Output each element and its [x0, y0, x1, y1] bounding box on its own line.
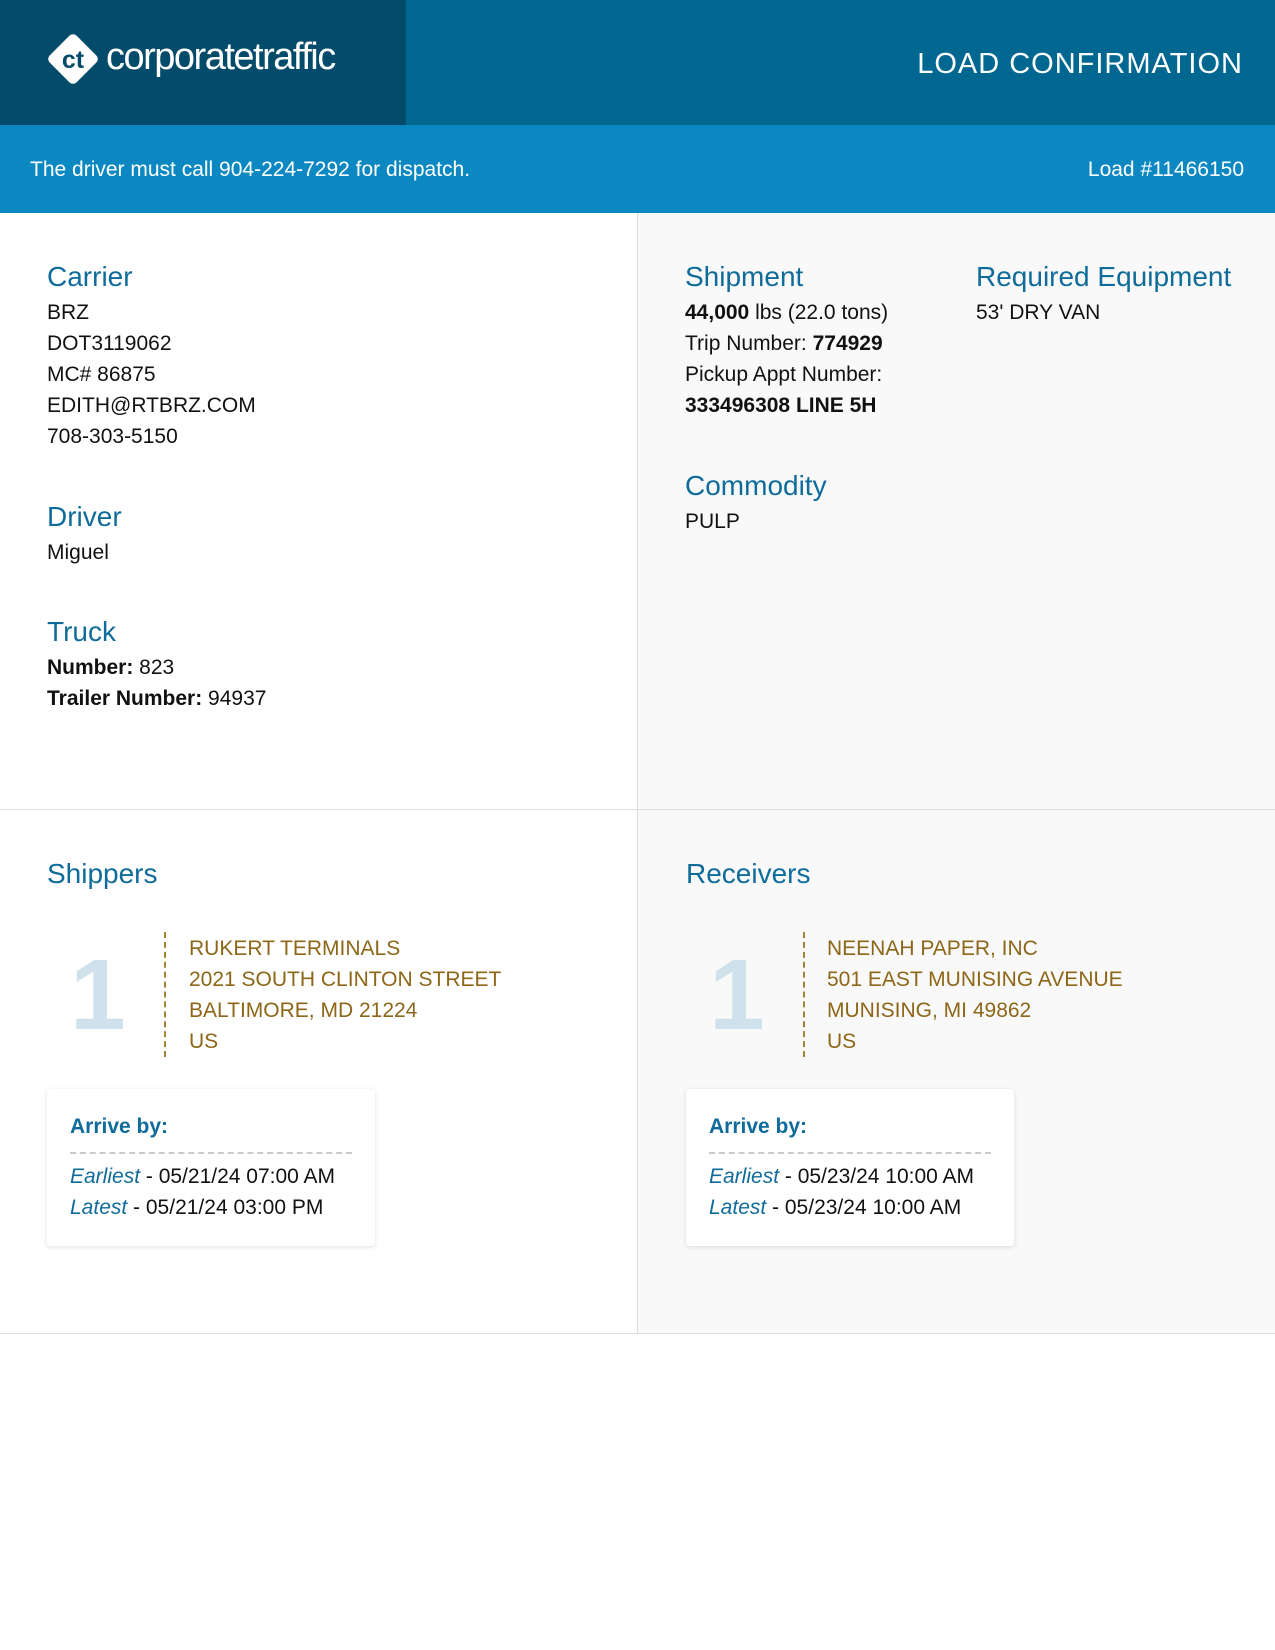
shipper-divider	[164, 932, 166, 1057]
dispatch-bar: The driver must call 904-224-7292 for di…	[0, 125, 1275, 213]
dispatch-message: The driver must call 904-224-7292 for di…	[30, 158, 471, 181]
carrier-dot: DOT3119062	[47, 332, 172, 355]
commodity-heading: Commodity	[685, 470, 827, 501]
shippers-heading: Shippers	[47, 858, 158, 889]
svg-text:ct: ct	[62, 46, 85, 74]
receiver-country: US	[827, 1030, 857, 1053]
shipment-details: 44,000 lbs (22.0 tons) Trip Number: 7749…	[685, 297, 888, 421]
receiver-address: NEENAH PAPER, INC 501 EAST MUNISING AVEN…	[827, 933, 1123, 1057]
shipper-arrive-label: Arrive by:	[70, 1115, 169, 1138]
truck-details: Number: 823 Trailer Number: 94937	[47, 652, 266, 714]
card-divider	[70, 1152, 352, 1154]
receiver-earliest: Earliest - 05/23/24 10:00 AM	[709, 1165, 974, 1188]
load-number: Load #11466150	[1087, 158, 1244, 181]
carrier-details: BRZ DOT3119062 MC# 86875 EDITH@RTBRZ.COM…	[47, 297, 256, 452]
truck-number-row: Number: 823	[47, 656, 175, 679]
pickup-appt-label: Pickup Appt Number:	[685, 363, 883, 386]
logo-mark-icon: ct	[48, 34, 98, 84]
truck-heading: Truck	[47, 616, 116, 647]
receiver-arrive-label: Arrive by:	[709, 1115, 808, 1138]
trailer-number-row: Trailer Number: 94937	[47, 687, 267, 710]
receiver-stop-number: 1	[709, 939, 765, 1051]
shipper-arrive-card: Arrive by: Earliest - 05/21/24 07:00 AM …	[47, 1089, 375, 1246]
equipment-details: 53' DRY VAN	[976, 297, 1100, 328]
receiver-divider	[803, 932, 805, 1057]
shipper-latest: Latest - 05/21/24 03:00 PM	[70, 1196, 324, 1219]
receiver-city: MUNISING, MI 49862	[827, 999, 1032, 1022]
receiver-arrive-card: Arrive by: Earliest - 05/23/24 10:00 AM …	[686, 1089, 1014, 1246]
logo: ct corporatetraffic	[0, 0, 406, 125]
shipper-stop-number: 1	[70, 939, 126, 1051]
shipment-heading: Shipment	[685, 261, 804, 292]
shipper-city: BALTIMORE, MD 21224	[189, 999, 418, 1022]
shipper-name: RUKERT TERMINALS	[189, 937, 401, 960]
equipment-heading: Required Equipment	[976, 261, 1232, 292]
header-bar: ct corporatetraffic LOAD CONFIRMATION	[0, 0, 1275, 125]
commodity-value: PULP	[685, 510, 740, 533]
driver-heading: Driver	[47, 501, 122, 532]
shipment-weight: 44,000 lbs (22.0 tons)	[685, 301, 889, 324]
receiver-street: 501 EAST MUNISING AVENUE	[827, 968, 1123, 991]
driver-name: Miguel	[47, 541, 109, 564]
pickup-appt-number: 333496308 LINE 5H	[685, 394, 877, 417]
driver-details: Miguel	[47, 537, 109, 568]
page-title: LOAD CONFIRMATION	[917, 48, 1243, 80]
shipper-earliest: Earliest - 05/21/24 07:00 AM	[70, 1165, 335, 1188]
divider-horizontal	[0, 809, 1275, 810]
carrier-name: BRZ	[47, 301, 89, 324]
carrier-email: EDITH@RTBRZ.COM	[47, 394, 256, 417]
receiver-latest: Latest - 05/23/24 10:00 AM	[709, 1196, 962, 1219]
shipper-street: 2021 SOUTH CLINTON STREET	[189, 968, 502, 991]
trip-number-row: Trip Number: 774929	[685, 332, 883, 355]
carrier-mc: MC# 86875	[47, 363, 156, 386]
logo-text: corporatetraffic	[106, 36, 336, 78]
carrier-phone: 708-303-5150	[47, 425, 178, 448]
commodity-details: PULP	[685, 506, 740, 537]
divider-vertical	[637, 213, 638, 1333]
shipper-country: US	[189, 1030, 219, 1053]
divider-bottom	[0, 1333, 1275, 1334]
carrier-heading: Carrier	[47, 261, 133, 292]
receiver-name: NEENAH PAPER, INC	[827, 937, 1038, 960]
equipment-value: 53' DRY VAN	[976, 301, 1101, 324]
receivers-heading: Receivers	[686, 858, 811, 889]
shipper-address: RUKERT TERMINALS 2021 SOUTH CLINTON STRE…	[189, 933, 501, 1057]
card-divider	[709, 1152, 991, 1154]
